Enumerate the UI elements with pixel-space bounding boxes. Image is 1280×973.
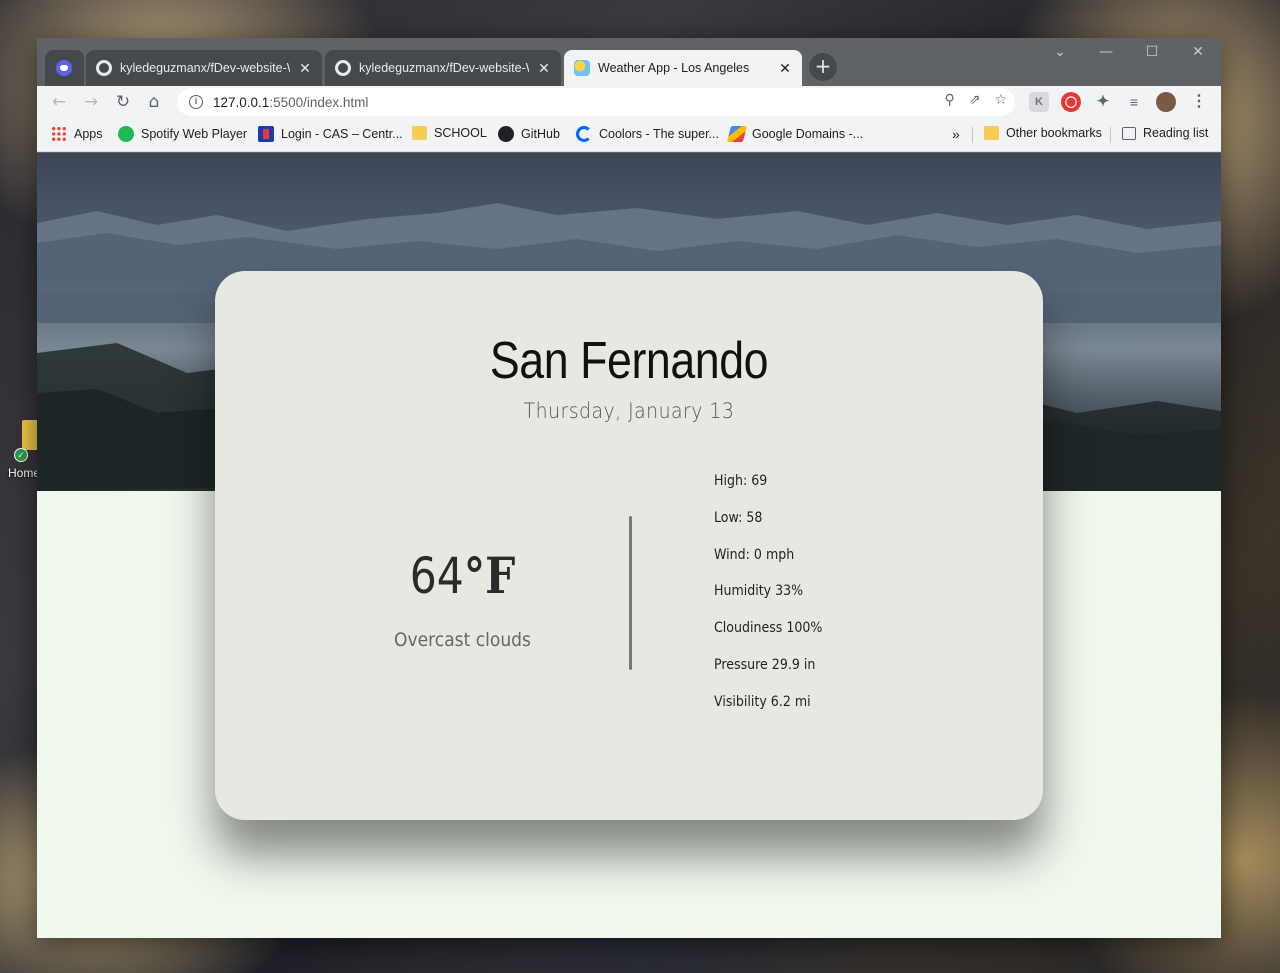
bookmark-apps[interactable]: Apps: [51, 126, 103, 142]
forward-arrow-icon[interactable]: →: [79, 90, 103, 114]
bookmark-other-bookmarks[interactable]: Other bookmarks: [984, 126, 1102, 140]
github-icon: [335, 60, 351, 76]
tab-title: Weather App - Los Angeles: [598, 61, 750, 75]
bookmarks-bar: Apps Spotify Web Player Login - CAS – Ce…: [37, 118, 1221, 152]
current-temperature: 64°F: [354, 546, 571, 605]
bookmark-coolors[interactable]: Coolors - The super...: [576, 126, 719, 142]
bookmark-label: Apps: [74, 127, 103, 141]
tab-weather-app[interactable]: Weather App - Los Angeles ✕: [564, 50, 802, 86]
extension-k-icon[interactable]: K: [1029, 92, 1049, 112]
folder-icon: [984, 126, 999, 140]
bookmark-google-domains[interactable]: Google Domains -...: [726, 126, 864, 142]
detail-cloudiness: Cloudiness 100%: [714, 620, 823, 637]
bookmark-label: Spotify Web Player: [141, 127, 248, 141]
temperature-unit: °F: [463, 546, 516, 605]
tab-strip: kyledeguzmanx/fDev-website-W... ✕ kylede…: [37, 38, 1221, 86]
detail-visibility: Visibility 6.2 mi: [714, 693, 811, 710]
close-tab-icon[interactable]: ✕: [298, 60, 312, 77]
bookmarks-separator: [1110, 127, 1111, 143]
tab-title: kyledeguzmanx/fDev-website-W...: [120, 61, 290, 75]
media-queue-icon[interactable]: ≡: [1124, 92, 1144, 112]
detail-high: High: 69: [714, 473, 768, 489]
desktop-icon-label: Home: [8, 466, 41, 480]
bookmark-label: Login - CAS – Centr...: [281, 127, 403, 141]
reading-list-button[interactable]: Reading list: [1122, 126, 1208, 140]
github-icon: [96, 60, 112, 76]
detail-wind: Wind: 0 mph: [714, 546, 795, 563]
share-icon[interactable]: ⇗: [969, 92, 981, 108]
bookmarks-separator: [972, 127, 973, 143]
page-viewport: San Fernando Thursday, January 13 64°F O…: [37, 153, 1221, 938]
navigation-toolbar: ← → ↻ ⌂ i 127.0.0.1:5500/index.html ⚲ ⇗ …: [37, 86, 1221, 118]
weather-details-list: High: 69 Low: 58 Wind: 0 mph Humidity 33…: [714, 471, 834, 729]
maximize-icon[interactable]: ☐: [1132, 44, 1172, 60]
apps-grid-icon: [51, 126, 67, 142]
adblock-extension-icon[interactable]: ◯: [1061, 92, 1081, 112]
bookmark-spotify[interactable]: Spotify Web Player: [118, 126, 247, 142]
bookmarks-overflow-button[interactable]: »: [952, 126, 960, 142]
omnibox-actions: ⚲ ⇗ ☆: [944, 92, 1007, 108]
tab-github-1[interactable]: kyledeguzmanx/fDev-website-W... ✕: [86, 50, 322, 86]
tab-github-2[interactable]: kyledeguzmanx/fDev-website-W... ✕: [325, 50, 561, 86]
bookmark-folder-school[interactable]: SCHOOL: [412, 126, 487, 140]
folder-icon: [412, 126, 427, 140]
location-pin-icon[interactable]: ⚲: [944, 92, 954, 108]
weather-description: Overcast clouds: [394, 629, 531, 651]
back-arrow-icon[interactable]: ←: [47, 90, 71, 114]
coolors-icon: [576, 126, 592, 142]
bookmark-github[interactable]: GitHub: [498, 126, 560, 142]
weather-card: San Fernando Thursday, January 13 64°F O…: [215, 271, 1043, 820]
close-window-icon[interactable]: ✕: [1178, 44, 1218, 60]
reading-list-icon: [1122, 126, 1136, 140]
google-domains-icon: [726, 126, 748, 142]
bookmark-label: Other bookmarks: [1006, 126, 1102, 140]
tab-title: kyledeguzmanx/fDev-website-W...: [359, 61, 529, 75]
url-text[interactable]: 127.0.0.1:5500/index.html: [213, 95, 368, 110]
spotify-icon: [118, 126, 134, 142]
bookmark-cas-login[interactable]: Login - CAS – Centr...: [258, 126, 403, 142]
bookmark-label: Reading list: [1143, 126, 1209, 140]
close-tab-icon[interactable]: ✕: [778, 60, 792, 77]
bookmark-label: GitHub: [521, 127, 560, 141]
github-icon: [498, 126, 514, 142]
detail-humidity: Humidity 33%: [714, 583, 804, 600]
extensions-puzzle-icon[interactable]: ✦: [1093, 92, 1113, 112]
city-name: San Fernando: [489, 332, 769, 390]
close-tab-icon[interactable]: ✕: [537, 60, 551, 77]
tab-discord[interactable]: [45, 50, 84, 86]
address-bar[interactable]: i 127.0.0.1:5500/index.html ⚲ ⇗ ☆: [177, 88, 1015, 116]
current-date: Thursday, January 13: [523, 399, 735, 423]
browser-window: kyledeguzmanx/fDev-website-W... ✕ kylede…: [37, 38, 1221, 938]
reload-icon[interactable]: ↻: [111, 90, 135, 114]
bookmark-star-icon[interactable]: ☆: [994, 92, 1007, 108]
weather-icon: [574, 60, 590, 76]
sync-check-icon: ✓: [14, 448, 28, 462]
home-icon[interactable]: ⌂: [142, 90, 166, 114]
detail-low: Low: 58: [714, 509, 763, 526]
detail-pressure: Pressure 29.9 in: [714, 656, 816, 673]
cas-icon: [258, 126, 274, 142]
site-info-icon[interactable]: i: [189, 95, 203, 109]
tab-search-chevron-icon[interactable]: ⌄: [1040, 44, 1080, 60]
profile-avatar[interactable]: [1156, 92, 1176, 112]
bookmark-label: Google Domains -...: [752, 127, 864, 141]
temperature-value: 64: [409, 547, 464, 605]
discord-icon: [56, 60, 72, 76]
minimize-icon[interactable]: —: [1086, 44, 1126, 60]
menu-kebab-icon[interactable]: ⋮: [1189, 92, 1209, 112]
vertical-divider: [629, 516, 632, 670]
bookmark-label: Coolors - The super...: [599, 127, 719, 141]
bookmark-label: SCHOOL: [434, 126, 487, 140]
new-tab-button[interactable]: +: [809, 53, 837, 81]
